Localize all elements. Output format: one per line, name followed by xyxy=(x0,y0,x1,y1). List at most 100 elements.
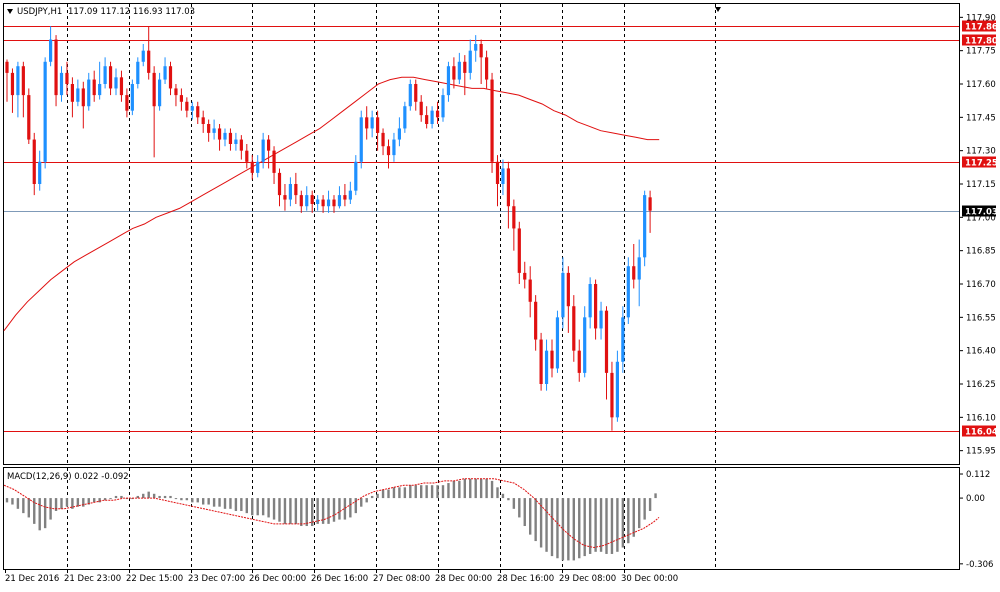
macd-bar xyxy=(474,478,477,499)
macd-bar xyxy=(594,498,597,552)
candle-body xyxy=(179,95,183,102)
candle-body xyxy=(5,61,9,73)
macd-bar xyxy=(578,498,581,559)
candle-body xyxy=(495,161,500,184)
macd-bar xyxy=(212,498,216,507)
candle-body xyxy=(207,124,211,133)
price-tick-label: 116.10 xyxy=(966,413,996,423)
candle-body xyxy=(21,66,25,96)
macd-bar xyxy=(272,498,276,520)
candle-body xyxy=(49,39,53,62)
macd-bar xyxy=(545,498,548,552)
macd-bar xyxy=(430,485,434,499)
candle-body xyxy=(239,139,243,151)
ohlc-label: 117.09 117.12 116.93 117.03 xyxy=(68,7,195,17)
macd-bar xyxy=(605,498,608,554)
candle-body xyxy=(337,195,342,207)
candle-body xyxy=(430,110,434,124)
candle-body xyxy=(435,110,440,118)
candle-body xyxy=(479,44,483,58)
price-tick-label: 116.85 xyxy=(966,247,996,257)
macd-bar xyxy=(163,495,167,499)
macd-bar xyxy=(16,498,20,509)
time-label: 23 Dec 07:00 xyxy=(188,574,245,584)
macd-bar xyxy=(458,480,461,499)
macd-bar xyxy=(621,498,625,548)
candle-body xyxy=(152,72,156,107)
candle-body xyxy=(386,146,391,156)
candle-body xyxy=(147,50,151,73)
macd-bar xyxy=(398,487,401,499)
price-tick-label: 115.95 xyxy=(966,447,996,457)
macd-bar xyxy=(158,495,161,499)
candle-body xyxy=(583,317,587,373)
candle-body xyxy=(643,195,647,258)
price-tick-label: 117.90 xyxy=(966,13,996,23)
price-tick-label: 117.15 xyxy=(966,180,996,190)
macd-bar xyxy=(174,498,178,500)
price-chart[interactable]: 117.86117.80117.25116.04117.03 117.90117… xyxy=(0,0,1000,588)
candle-body xyxy=(517,228,521,273)
price-tick-label: 116.40 xyxy=(966,347,996,357)
candle-body xyxy=(648,197,652,211)
chart-window[interactable]: 117.86 117.80 117.25 116.04 117.03 117.90 117… xyxy=(0,0,1000,588)
macd-bar xyxy=(305,498,308,527)
macd-bar xyxy=(82,498,85,507)
macd-bar xyxy=(60,498,63,509)
candle-body xyxy=(98,84,102,96)
candle-body xyxy=(604,310,609,373)
candle-body xyxy=(534,301,538,340)
candle-body xyxy=(354,161,358,191)
macd-bar xyxy=(27,498,30,518)
macd-bar xyxy=(5,498,9,503)
macd-bar xyxy=(523,498,526,527)
candle-body xyxy=(343,195,347,200)
candle-body xyxy=(474,44,478,51)
macd-bar xyxy=(256,498,259,516)
chart-header: USDJPY,H1 117.09 117.12 116.93 117.03 MA… xyxy=(7,7,721,482)
price-tick-label: 117.30 xyxy=(966,147,996,157)
candlesticks xyxy=(5,26,652,431)
macd-bar xyxy=(223,498,227,509)
time-label: 30 Dec 00:00 xyxy=(621,574,678,584)
price-axis: 117.90 117.75 117.60 117.45 117.30 117.15 117.… xyxy=(959,13,996,457)
candle-body xyxy=(457,61,461,80)
candle-body xyxy=(392,139,396,156)
candle-body xyxy=(245,150,249,162)
macd-bar xyxy=(403,487,407,499)
candle-body xyxy=(136,61,140,84)
macd-bar xyxy=(294,498,298,524)
candle-body xyxy=(261,139,265,162)
candle-body xyxy=(326,199,331,207)
macd-bar xyxy=(610,498,614,554)
candle-body xyxy=(348,190,352,200)
macd-bar xyxy=(38,498,41,531)
macd-bar xyxy=(463,478,466,499)
candle-body xyxy=(130,84,134,111)
candle-body xyxy=(365,117,369,129)
candle-body xyxy=(114,77,118,89)
macd-bar xyxy=(479,478,483,499)
candle-body xyxy=(163,66,167,80)
dropdown-triangle-icon[interactable] xyxy=(7,9,13,14)
candle-body xyxy=(577,350,581,373)
candle-body xyxy=(125,95,129,111)
macd-bar xyxy=(638,498,641,529)
macd-bar xyxy=(588,498,592,554)
candle-body xyxy=(523,272,527,280)
macd-label: MACD(12,26,9) 0.022 -0.092 xyxy=(7,472,129,482)
macd-tick-label: 0.112 xyxy=(966,470,990,480)
symbol-label: USDJPY,H1 xyxy=(17,7,62,17)
time-axis: 21 Dec 2016 21 Dec 23:00 22 Dec 15:00 23 De… xyxy=(5,569,678,584)
candle-body xyxy=(561,272,565,318)
time-label: 21 Dec 23:00 xyxy=(64,574,121,584)
candle-body xyxy=(185,101,189,111)
macd-bar xyxy=(360,498,363,507)
macd-bar xyxy=(529,498,532,535)
macd-bar xyxy=(452,480,456,499)
price-tick-label: 117.00 xyxy=(966,213,996,223)
macd-bar xyxy=(289,498,292,524)
candle-body xyxy=(468,50,472,73)
macd-bar xyxy=(556,498,559,559)
candle-body xyxy=(87,79,91,107)
